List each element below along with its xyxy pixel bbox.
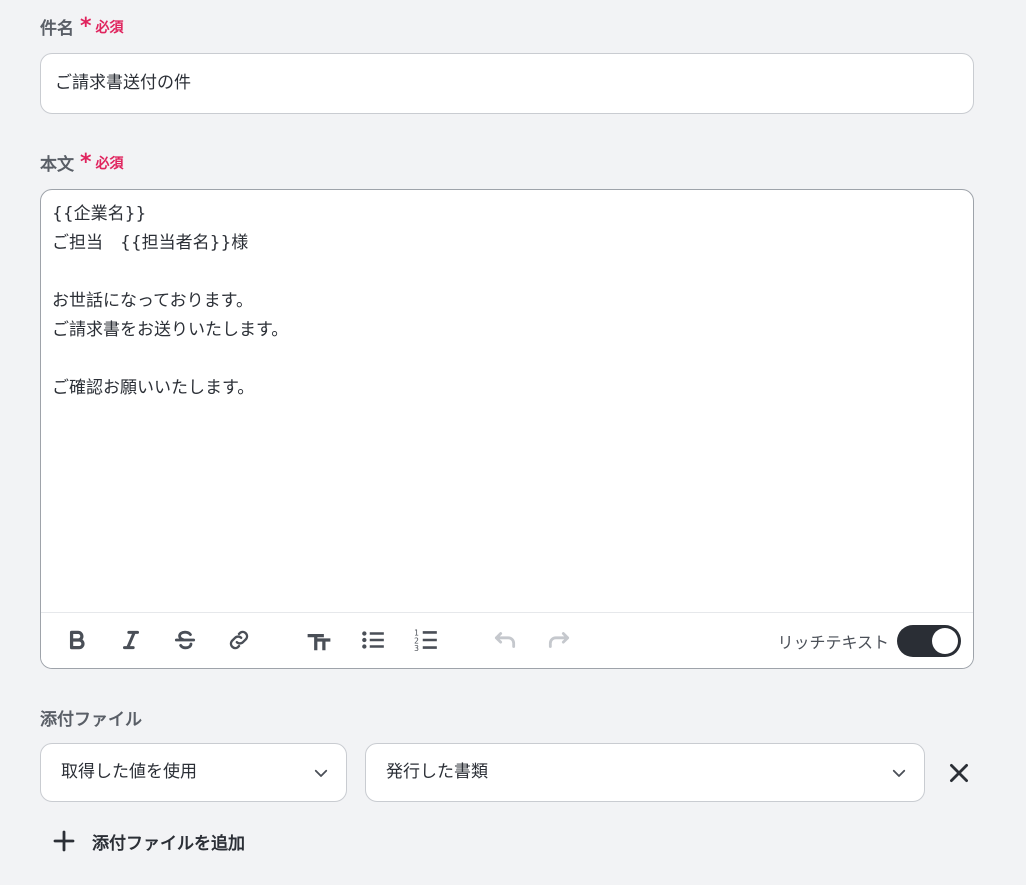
document-select[interactable]: 発行した書類 (365, 743, 925, 802)
body-line: ご担当 {{担当者名}}様 (52, 233, 249, 253)
toggle-knob (932, 628, 958, 654)
body-label-row: 本文 * 必須 (40, 150, 124, 175)
strikethrough-icon[interactable] (169, 624, 201, 656)
svg-text:3: 3 (414, 644, 419, 653)
body-line (52, 258, 961, 287)
chevron-down-icon (314, 769, 328, 777)
chevron-down-icon (892, 769, 906, 777)
source-select[interactable]: 取得した値を使用 (40, 743, 347, 802)
body-line: お世話になっております。 (52, 291, 253, 311)
required-text: 必須 (95, 19, 124, 36)
attachments-label: 添付ファイル (40, 710, 142, 730)
body-editor[interactable]: {{企業名}} ご担当 {{担当者名}}様 お世話になっております。 ご請求書を… (40, 189, 974, 669)
redo-icon[interactable] (543, 624, 575, 656)
rich-text-toggle[interactable] (897, 625, 961, 657)
numbered-list-icon[interactable]: 123 (410, 624, 442, 656)
body-line: {{企業名}} (52, 204, 147, 224)
italic-icon[interactable] (115, 624, 147, 656)
link-icon[interactable] (223, 624, 255, 656)
editor-toolbar: 123 リッチテキスト (41, 612, 973, 668)
subject-input[interactable]: ご請求書送付の件 (40, 53, 974, 114)
plus-icon (53, 830, 75, 852)
add-attachment-label: 添付ファイルを追加 (92, 833, 245, 854)
required-asterisk: * (80, 149, 92, 175)
body-textarea[interactable]: {{企業名}} ご担当 {{担当者名}}様 お世話になっております。 ご請求書を… (52, 200, 961, 403)
body-line: ご確認お願いいたします。 (52, 378, 255, 398)
close-icon[interactable] (946, 760, 972, 786)
undo-icon[interactable] (489, 624, 521, 656)
text-size-icon[interactable] (303, 624, 335, 656)
required-text: 必須 (95, 155, 124, 172)
rich-text-label: リッチテキスト (777, 633, 889, 652)
body-line (52, 345, 961, 374)
add-attachment-button[interactable]: 添付ファイルを追加 (52, 826, 245, 856)
body-label: 本文 (40, 155, 74, 175)
attachments-label-row: 添付ファイル (40, 705, 142, 730)
required-asterisk: * (80, 13, 92, 39)
bulleted-list-icon[interactable] (357, 624, 389, 656)
body-line: ご請求書をお送りいたします。 (52, 320, 289, 340)
document-select-value: 発行した書類 (386, 762, 488, 782)
source-select-value: 取得した値を使用 (61, 762, 197, 782)
subject-label: 件名 (40, 19, 74, 39)
subject-label-row: 件名 * 必須 (40, 14, 124, 39)
bold-icon[interactable] (61, 624, 93, 656)
